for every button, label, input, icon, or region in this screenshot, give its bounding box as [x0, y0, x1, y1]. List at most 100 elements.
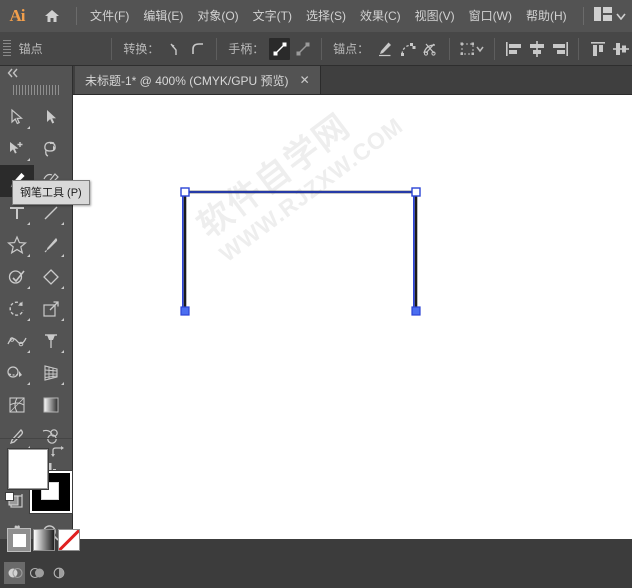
anchors-label: 锚点：	[333, 42, 370, 56]
menu-window[interactable]: 窗口(W)	[462, 0, 519, 32]
document-tab-title: 未标题-1* @ 400% (CMYK/GPU 预览)	[85, 73, 289, 88]
tools-panel-grip[interactable]	[13, 85, 59, 95]
double-chevron-left-icon[interactable]	[6, 65, 20, 83]
tool-eraser[interactable]	[34, 261, 68, 293]
selection-type-label: 锚点	[18, 42, 43, 56]
tool-rotate[interactable]	[0, 293, 34, 325]
artboard-canvas[interactable]: 软件自学网 WWW.RJZXW.COM	[73, 95, 632, 539]
swap-fill-stroke-icon[interactable]	[50, 445, 66, 464]
workspace-layout-icon	[594, 6, 612, 26]
control-divider-2	[216, 37, 218, 60]
convert-corner-button[interactable]	[164, 38, 185, 60]
hide-handles-button[interactable]	[292, 38, 313, 60]
menu-edit[interactable]: 编辑(E)	[136, 0, 190, 32]
tool-perspective-grid[interactable]	[34, 357, 68, 389]
flyout-corner-icon	[61, 286, 64, 289]
flyout-corner-icon	[61, 254, 64, 257]
draw-normal-button[interactable]	[4, 562, 25, 584]
draw-behind-button[interactable]	[26, 562, 47, 584]
flyout-corner-icon	[61, 318, 64, 321]
flyout-corner-icon	[61, 350, 64, 353]
tool-shape[interactable]	[0, 229, 34, 261]
tool-shaper[interactable]	[0, 261, 34, 293]
tool-gradient[interactable]	[34, 389, 68, 421]
document-tab-strip: 未标题-1* @ 400% (CMYK/GPU 预览) ✕	[72, 66, 632, 95]
tools-panel-header[interactable]	[0, 66, 72, 82]
align-horizontal-center-button[interactable]	[526, 38, 547, 60]
drawn-path-stroke	[183, 190, 418, 311]
document-tab[interactable]: 未标题-1* @ 400% (CMYK/GPU 预览) ✕	[75, 66, 321, 94]
flyout-corner-icon	[27, 318, 30, 321]
anchor-point-bottom-right	[411, 306, 421, 316]
align-vertical-center-button[interactable]	[610, 38, 631, 60]
anchor-point-top-right	[411, 187, 421, 197]
menu-type[interactable]: 文字(T)	[246, 0, 299, 32]
menu-view[interactable]: 视图(V)	[408, 0, 462, 32]
menu-bar: Ai 文件(F) 编辑(E) 对象(O) 文字(T) 选择(S) 效果(C) 视…	[0, 0, 632, 32]
handles-label: 手柄：	[228, 42, 265, 56]
tool-lasso[interactable]	[34, 133, 68, 165]
flyout-corner-icon	[27, 286, 30, 289]
flyout-corner-icon	[27, 254, 30, 257]
flyout-corner-icon	[61, 382, 64, 385]
default-fill-stroke-icon[interactable]	[4, 491, 20, 512]
tool-shape-builder[interactable]	[0, 357, 34, 389]
draw-inside-button[interactable]	[48, 562, 69, 584]
gradient-mode-button[interactable]	[33, 529, 55, 551]
show-handles-button[interactable]	[269, 37, 291, 60]
solid-color-icon	[12, 533, 26, 547]
tool-mesh[interactable]	[0, 389, 34, 421]
tool-tooltip: 钢笔工具 (P)	[12, 180, 90, 205]
flyout-corner-icon	[27, 158, 30, 161]
align-top-button[interactable]	[587, 38, 608, 60]
flyout-corner-icon	[61, 222, 64, 225]
menu-divider	[76, 7, 77, 25]
none-swatch-icon	[59, 530, 79, 550]
chevron-down-icon	[616, 7, 626, 25]
control-divider-5	[494, 37, 496, 60]
control-options-bar: 锚点 转换： 手柄： 锚点：	[0, 32, 632, 66]
paint-mode-row	[0, 526, 80, 554]
flyout-corner-icon	[27, 350, 30, 353]
convert-smooth-button[interactable]	[187, 38, 208, 60]
tool-magic-wand[interactable]	[0, 133, 34, 165]
tool-direct-selection[interactable]	[34, 101, 68, 133]
remove-anchor-button[interactable]	[374, 38, 395, 60]
color-mode-button[interactable]	[7, 528, 31, 552]
menu-help[interactable]: 帮助(H)	[519, 0, 574, 32]
tools-panel	[0, 66, 80, 584]
vector-path-artwork[interactable]	[73, 95, 632, 539]
convert-label: 转换：	[123, 42, 160, 56]
tool-paintbrush[interactable]	[34, 229, 68, 261]
control-bar-grip[interactable]	[3, 39, 11, 58]
connect-anchors-button[interactable]	[397, 38, 418, 60]
control-divider-4	[448, 37, 450, 60]
align-left-button[interactable]	[503, 38, 524, 60]
isolate-selection-button[interactable]	[458, 38, 487, 60]
tool-free-transform[interactable]	[34, 325, 68, 357]
tool-selection[interactable]	[0, 101, 34, 133]
anchor-point-top-left	[180, 187, 190, 197]
fill-stroke-controls	[0, 438, 72, 527]
flyout-corner-icon	[27, 382, 30, 385]
fill-swatch[interactable]	[8, 449, 48, 489]
menu-effect[interactable]: 效果(C)	[353, 0, 408, 32]
drawing-mode-row	[0, 558, 76, 588]
align-right-button[interactable]	[549, 38, 570, 60]
close-icon[interactable]: ✕	[297, 72, 313, 88]
tool-width[interactable]	[0, 325, 34, 357]
control-divider-6	[578, 37, 580, 60]
home-icon[interactable]	[34, 0, 70, 32]
menu-file[interactable]: 文件(F)	[83, 0, 136, 32]
workspace-switcher[interactable]	[577, 0, 626, 32]
none-mode-button[interactable]	[58, 529, 80, 551]
cut-path-button[interactable]	[420, 38, 441, 60]
ai-logo: Ai	[9, 6, 26, 25]
workspace-divider	[583, 7, 584, 25]
control-divider-1	[111, 37, 113, 60]
anchor-point-bottom-left	[180, 306, 190, 316]
path-selection-highlight	[181, 191, 415, 311]
menu-object[interactable]: 对象(O)	[190, 0, 245, 32]
tool-scale[interactable]	[34, 293, 68, 325]
menu-select[interactable]: 选择(S)	[299, 0, 353, 32]
